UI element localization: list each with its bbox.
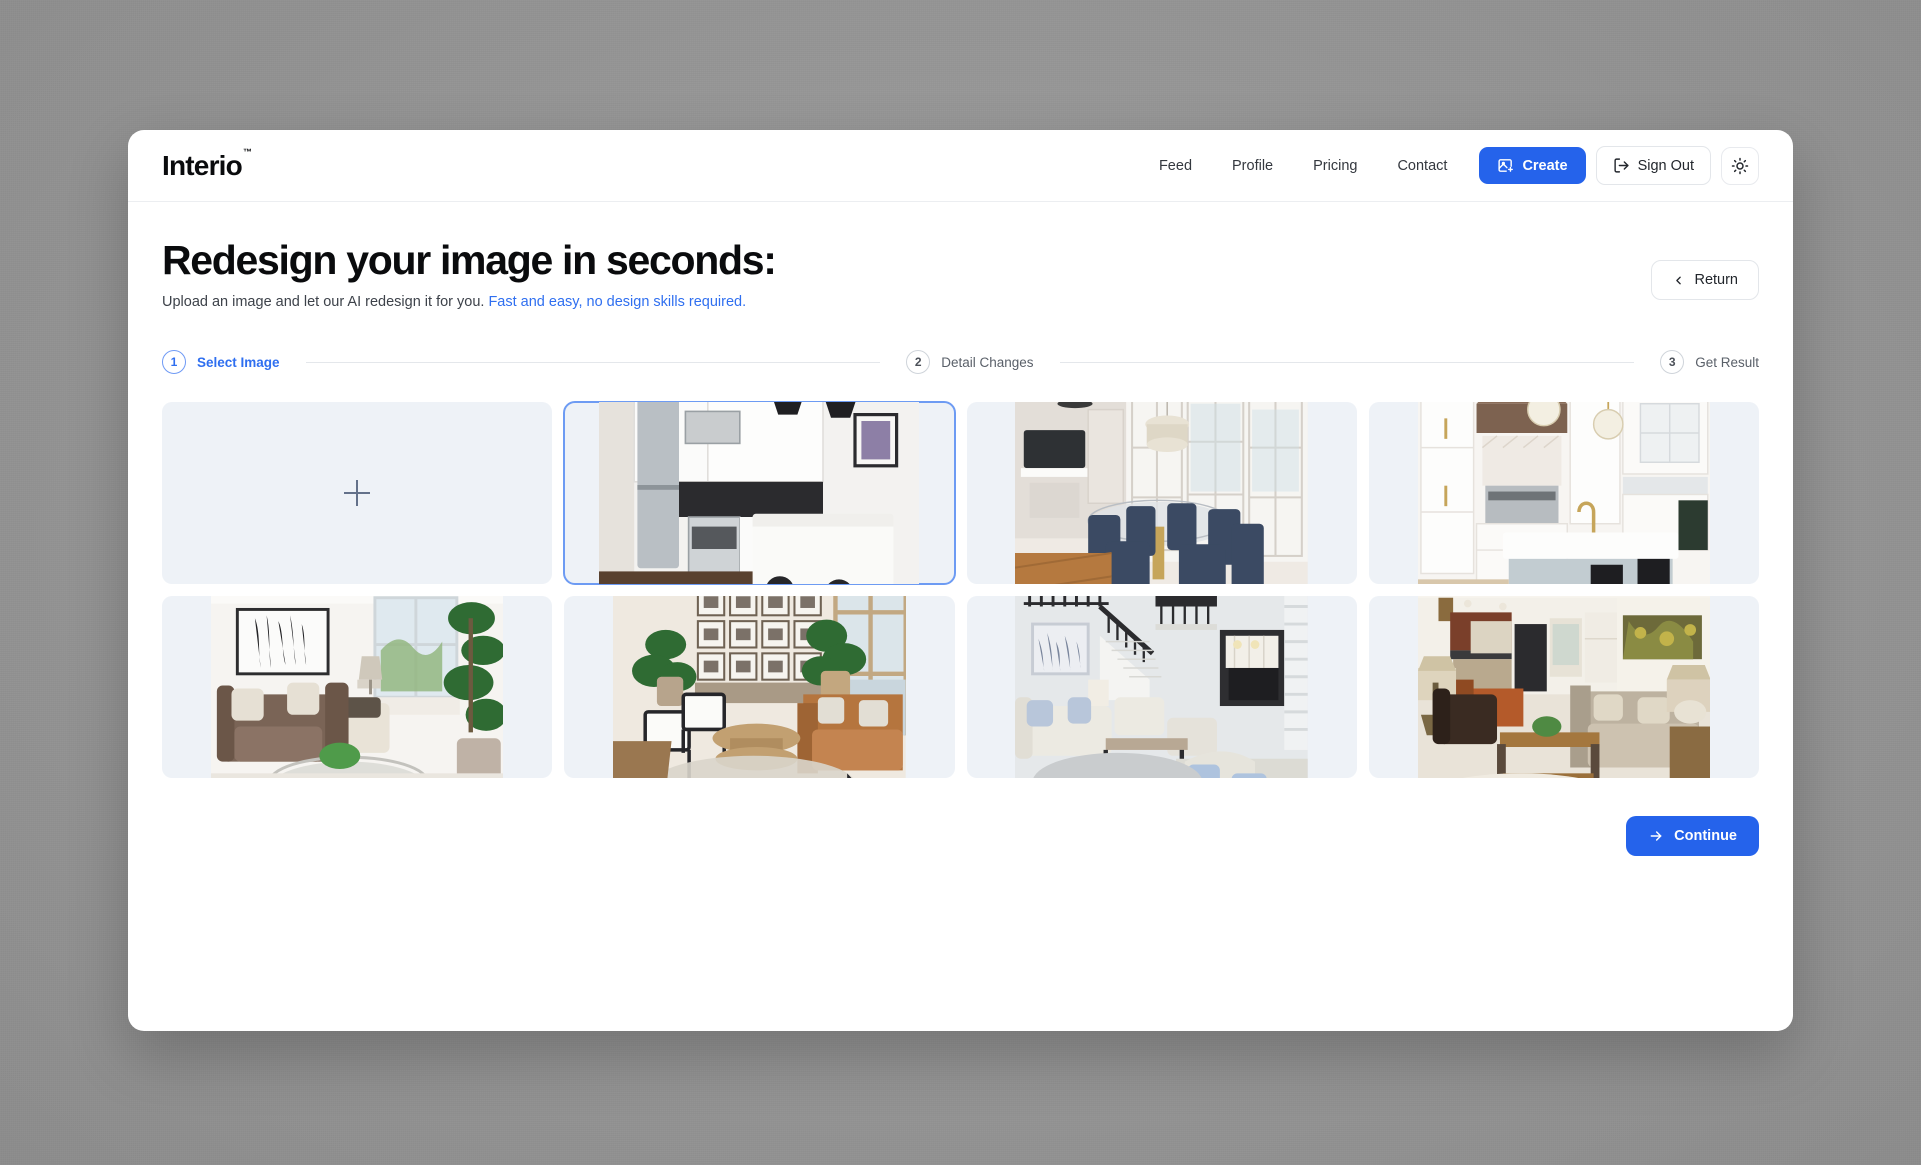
brand-logo[interactable]: Interio™ — [162, 147, 252, 182]
gallery-item-7[interactable] — [1368, 596, 1759, 779]
return-button[interactable]: Return — [1651, 260, 1759, 300]
page-subtitle-plain: Upload an image and let our AI redesign … — [162, 294, 485, 311]
arrow-right-icon — [1648, 828, 1664, 844]
upload-image-tile[interactable] — [162, 402, 553, 585]
step-2-number: 2 — [906, 350, 931, 375]
image-gallery-grid — [162, 401, 1759, 779]
gallery-item-1[interactable] — [563, 401, 956, 586]
nav-link-pricing[interactable]: Pricing — [1293, 150, 1377, 182]
page-title: Redesign your image in seconds: — [162, 237, 777, 283]
gallery-image-7 — [1417, 596, 1711, 779]
step-3-label: Get Result — [1695, 354, 1760, 370]
create-button[interactable]: Create — [1479, 147, 1586, 184]
nav-link-contact[interactable]: Contact — [1377, 150, 1467, 182]
step-1-number: 1 — [162, 350, 186, 375]
gallery-image-5 — [613, 596, 906, 779]
continue-button[interactable]: Continue — [1626, 816, 1759, 857]
wizard-footer: Continue — [162, 816, 1759, 857]
app-header: Interio™ Feed Profile Pricing Contact Cr… — [128, 130, 1793, 202]
gallery-image-3 — [1417, 402, 1711, 585]
gallery-image-6 — [1015, 596, 1308, 779]
nav-link-feed[interactable]: Feed — [1139, 150, 1212, 182]
sun-icon — [1731, 157, 1749, 175]
gallery-item-6[interactable] — [966, 596, 1357, 779]
gallery-image-1 — [599, 402, 920, 585]
gallery-item-4[interactable] — [162, 596, 553, 779]
return-button-label: Return — [1694, 272, 1738, 288]
create-button-label: Create — [1522, 157, 1568, 174]
nav-link-profile[interactable]: Profile — [1212, 150, 1293, 182]
gallery-image-2 — [1015, 402, 1308, 585]
chevron-left-icon — [1672, 274, 1685, 287]
step-select-image[interactable]: 1 Select Image — [162, 350, 280, 375]
sign-out-label: Sign Out — [1637, 157, 1694, 174]
step-get-result[interactable]: 3 Get Result — [1660, 350, 1760, 375]
theme-toggle-button[interactable] — [1721, 146, 1759, 185]
page-header: Redesign your image in seconds: Upload a… — [162, 238, 1759, 310]
plus-icon — [344, 480, 370, 506]
gallery-item-5[interactable] — [564, 596, 955, 779]
gallery-image-4 — [210, 596, 504, 779]
gallery-item-3[interactable] — [1368, 402, 1759, 585]
step-connector-2 — [1059, 361, 1635, 363]
page-header-text: Redesign your image in seconds: Upload a… — [162, 237, 777, 311]
image-sparkle-icon — [1497, 157, 1514, 174]
page-subtitle: Upload an image and let our AI redesign … — [162, 294, 776, 310]
step-connector-1 — [305, 361, 881, 363]
app-window: Interio™ Feed Profile Pricing Contact Cr… — [128, 130, 1793, 1031]
step-1-label: Select Image — [197, 354, 280, 370]
step-3-number: 3 — [1660, 350, 1685, 375]
logout-icon — [1613, 157, 1630, 174]
brand-name: Interio — [162, 149, 243, 181]
gallery-item-2[interactable] — [966, 402, 1357, 585]
continue-button-label: Continue — [1674, 828, 1737, 845]
step-2-label: Detail Changes — [941, 354, 1034, 370]
main-content: Redesign your image in seconds: Upload a… — [128, 202, 1793, 857]
main-navigation: Feed Profile Pricing Contact Create Sign… — [1139, 146, 1759, 185]
step-detail-changes[interactable]: 2 Detail Changes — [906, 350, 1034, 375]
page-subtitle-accent[interactable]: Fast and easy, no design skills required… — [488, 294, 746, 310]
sign-out-button[interactable]: Sign Out — [1595, 146, 1711, 185]
progress-stepper: 1 Select Image 2 Detail Changes 3 Get Re… — [162, 350, 1760, 375]
trademark-symbol: ™ — [242, 147, 252, 158]
